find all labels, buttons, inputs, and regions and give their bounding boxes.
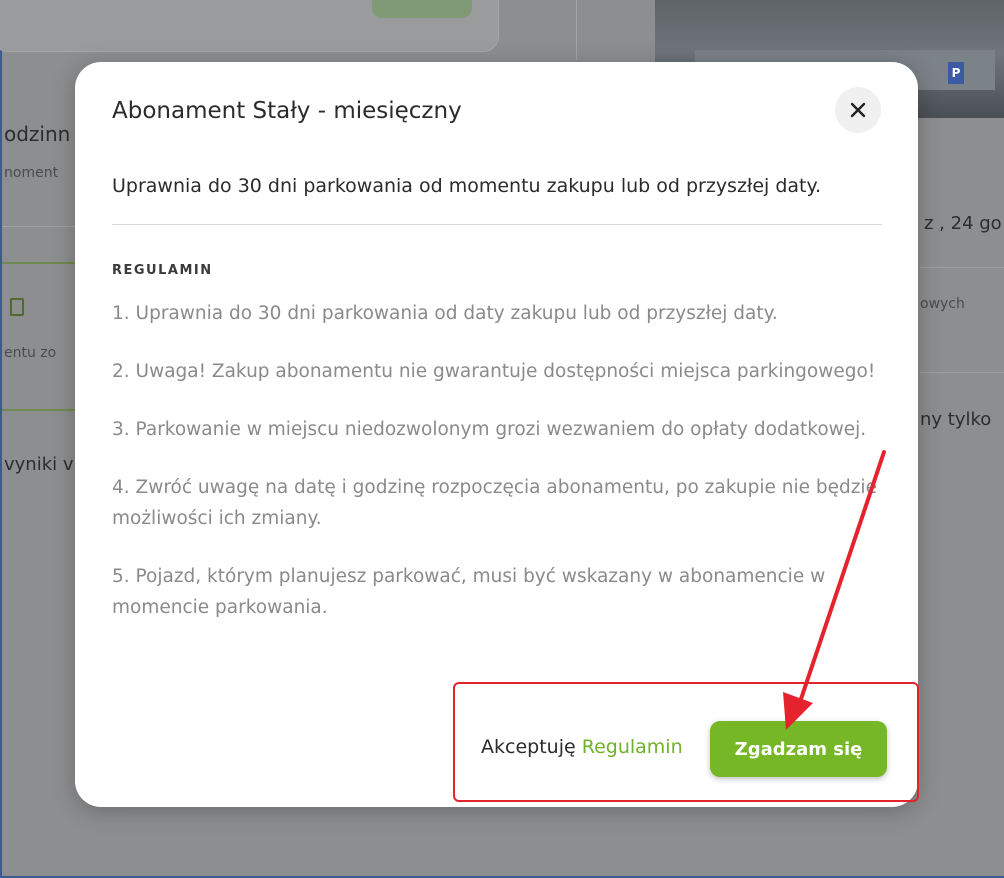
background-text: ny tylko — [920, 409, 992, 430]
background-text: owych — [920, 296, 965, 312]
background-text: vyniki v — [4, 454, 74, 475]
background-text: odzinn — [4, 122, 71, 146]
terms-item: 3. Parkowanie w miejscu niedozwolonym gr… — [112, 419, 867, 440]
close-button[interactable] — [835, 87, 881, 133]
background-text: noment — [4, 165, 59, 181]
modal-title: Abonament Stały - miesięczny — [112, 98, 462, 124]
terms-item: 2. Uwaga! Zakup abonamentu nie gwarantuj… — [112, 361, 876, 382]
terms-item: 4. Zwróć uwagę na datę i godzinę rozpocz… — [112, 477, 877, 529]
annotation-highlight-box — [453, 682, 919, 802]
document-icon — [10, 298, 24, 316]
terms-item: 1. Uprawnia do 30 dni parkowania od daty… — [112, 303, 778, 324]
terms-item: 5. Pojazd, którym planujesz parkować, mu… — [112, 566, 826, 618]
modal-description: Uprawnia do 30 dni parkowania od momentu… — [112, 175, 822, 197]
terms-heading: REGULAMIN — [112, 263, 213, 278]
background-text: z , 24 go — [924, 213, 1002, 234]
background-pill — [372, 0, 472, 18]
divider — [112, 224, 882, 225]
background-text: entu zo — [4, 345, 57, 361]
close-icon — [850, 102, 866, 118]
terms-list[interactable]: 1. Uprawnia do 30 dni parkowania od daty… — [112, 298, 887, 694]
background-divider — [576, 0, 577, 60]
